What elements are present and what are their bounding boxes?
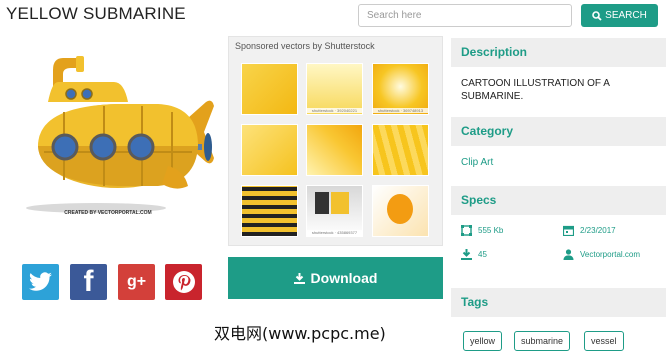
description-heading: Description — [451, 38, 666, 67]
sponsored-thumbnail[interactable]: shutterstock · 392040221 — [306, 63, 363, 115]
sponsored-thumbnail[interactable] — [372, 124, 429, 176]
art-credit: CREATED BY VECTORPORTAL.COM — [64, 210, 151, 216]
spec-author-link[interactable]: Vectorportal.com — [580, 250, 640, 259]
category-heading: Category — [451, 117, 666, 146]
sponsored-thumbnail-caption: shutterstock · 435869377 — [307, 230, 362, 235]
tag-yellow[interactable]: yellow — [463, 331, 503, 351]
tags-heading: Tags — [451, 288, 666, 317]
sponsored-thumbnail[interactable]: shutterstock · 369748913 — [372, 63, 429, 115]
sponsored-thumbnail[interactable] — [306, 124, 363, 176]
spec-author: Vectorportal.com — [563, 249, 640, 260]
sponsored-title: Sponsored vectors by Shutterstock — [235, 41, 375, 51]
resize-icon — [461, 225, 472, 236]
submarine-illustration: CREATED BY VECTORPORTAL.COM — [26, 56, 214, 216]
watermark: 双电网(www.pcpc.me) — [214, 324, 386, 343]
sponsored-thumbnail[interactable] — [372, 185, 429, 237]
sponsored-thumbnail[interactable] — [241, 185, 298, 237]
download-icon — [293, 272, 305, 284]
category-link[interactable]: Clip Art — [461, 157, 493, 168]
twitter-icon — [28, 272, 52, 291]
spec-size: 555 Kb — [461, 225, 503, 236]
spec-downloads: 45 — [461, 249, 487, 260]
download-button[interactable]: Download — [228, 257, 443, 299]
spec-downloads-value: 45 — [478, 250, 487, 259]
sponsored-thumbnail[interactable] — [241, 63, 298, 115]
search-button[interactable]: SEARCH — [581, 4, 658, 27]
tag-submarine[interactable]: submarine — [514, 331, 571, 351]
search-button-label: SEARCH — [605, 10, 647, 21]
googleplus-share-button[interactable]: g+ — [118, 264, 155, 300]
calendar-icon — [563, 225, 574, 236]
sponsored-thumbnail-caption: shutterstock · 392040221 — [307, 108, 362, 113]
spec-size-value: 555 Kb — [478, 226, 504, 235]
sponsored-thumbnail[interactable] — [241, 124, 298, 176]
spec-date-value: 2/23/2017 — [580, 226, 616, 235]
tag-vessel[interactable]: vessel — [584, 331, 624, 351]
download-label: Download — [310, 270, 378, 286]
facebook-icon: f — [83, 265, 94, 298]
pinterest-icon — [172, 271, 195, 293]
description-text: CARTOON ILLUSTRATION OF A SUBMARINE. — [461, 78, 610, 102]
facebook-share-button[interactable]: f — [70, 264, 107, 300]
spec-date: 2/23/2017 — [563, 225, 616, 236]
sponsored-panel: Sponsored vectors by Shutterstock shutte… — [228, 36, 443, 246]
search-input[interactable] — [358, 4, 572, 27]
sponsored-thumbnail-caption: shutterstock · 369748913 — [373, 108, 428, 113]
download-count-icon — [461, 249, 472, 260]
googleplus-icon: g+ — [126, 273, 147, 290]
sponsored-thumbnail[interactable]: shutterstock · 435869377 — [306, 185, 363, 237]
specs-heading: Specs — [451, 186, 666, 215]
twitter-share-button[interactable] — [22, 264, 59, 300]
search-icon — [592, 10, 602, 21]
user-icon — [563, 249, 574, 260]
page-title: YELLOW SUBMARINE — [6, 4, 186, 23]
pinterest-share-button[interactable] — [165, 264, 202, 300]
